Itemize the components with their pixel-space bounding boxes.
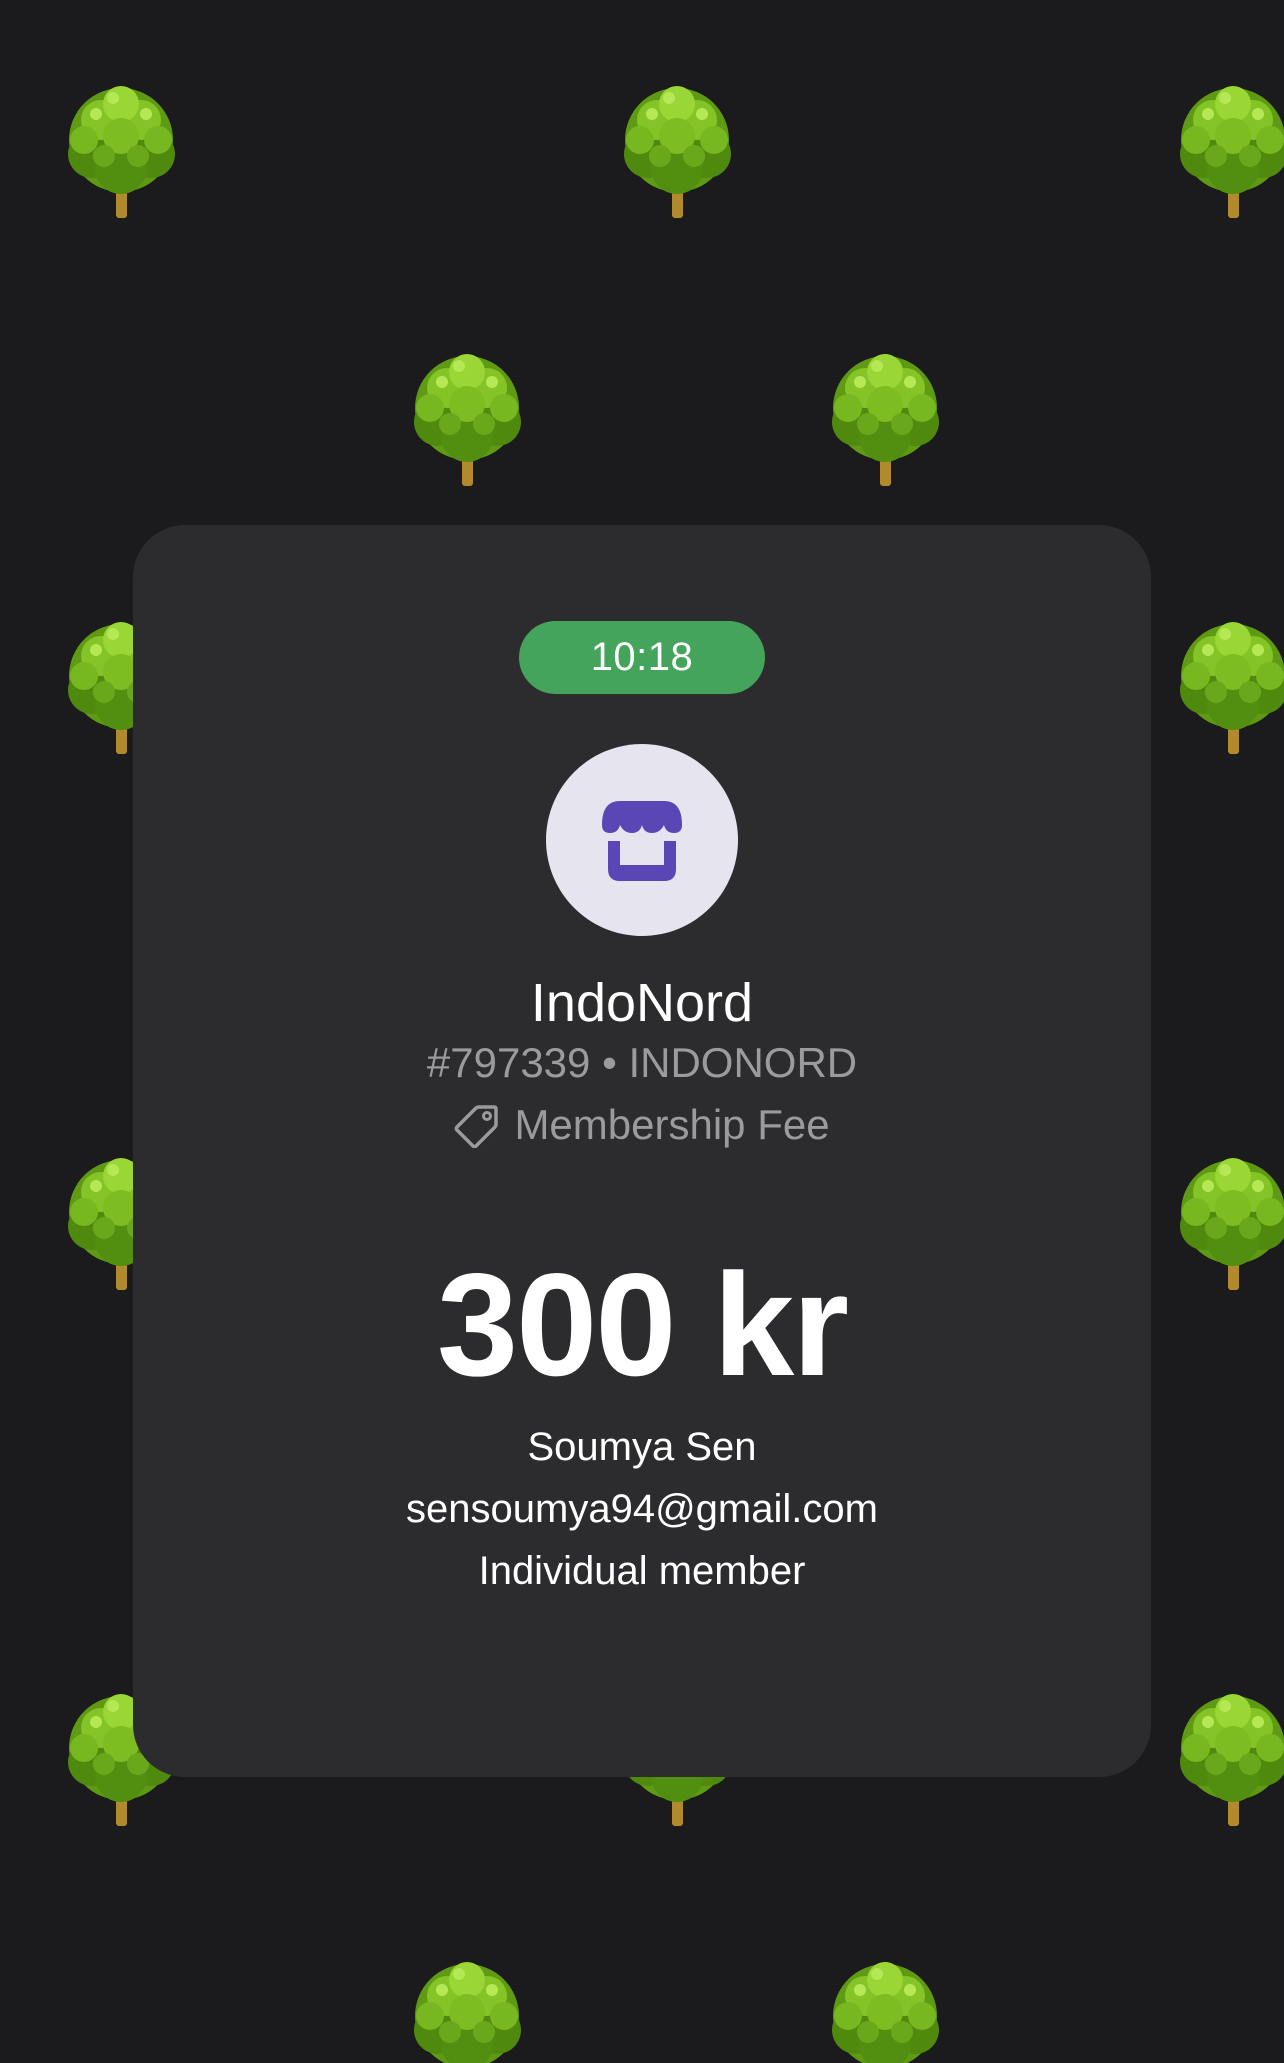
tree-emoji-icon	[402, 1954, 532, 2063]
tag-icon	[454, 1105, 499, 1148]
tree-emoji-icon	[1168, 1150, 1284, 1295]
receipt-screen: 10:18 IndoNord #797339 • INDONORD Member…	[0, 0, 1284, 2063]
category-label: Membership Fee	[514, 1101, 830, 1148]
tree-emoji-icon	[56, 78, 186, 223]
tree-emoji-icon	[820, 1954, 950, 2063]
merchant-name: IndoNord	[530, 973, 754, 1033]
merchant-reference: #797339 • INDONORD	[426, 1039, 858, 1086]
membership-type: Individual member	[478, 1549, 806, 1593]
category-row: Membership Fee	[133, 1099, 1151, 1151]
storefront-icon	[602, 801, 682, 881]
tree-emoji-icon	[1168, 614, 1284, 759]
amount: 300 kr	[436, 1243, 849, 1406]
tree-emoji-icon	[612, 78, 742, 223]
tree-emoji-icon	[1168, 78, 1284, 223]
time-badge: 10:18	[519, 621, 765, 694]
merchant-avatar	[546, 744, 738, 936]
tree-emoji-icon	[820, 346, 950, 491]
payer-name: Soumya Sen	[527, 1425, 757, 1469]
receipt-card: 10:18 IndoNord #797339 • INDONORD Member…	[133, 525, 1151, 1777]
tree-emoji-icon	[1168, 1686, 1284, 1831]
tree-emoji-icon	[402, 346, 532, 491]
payer-email: sensoumya94@gmail.com	[406, 1487, 878, 1531]
